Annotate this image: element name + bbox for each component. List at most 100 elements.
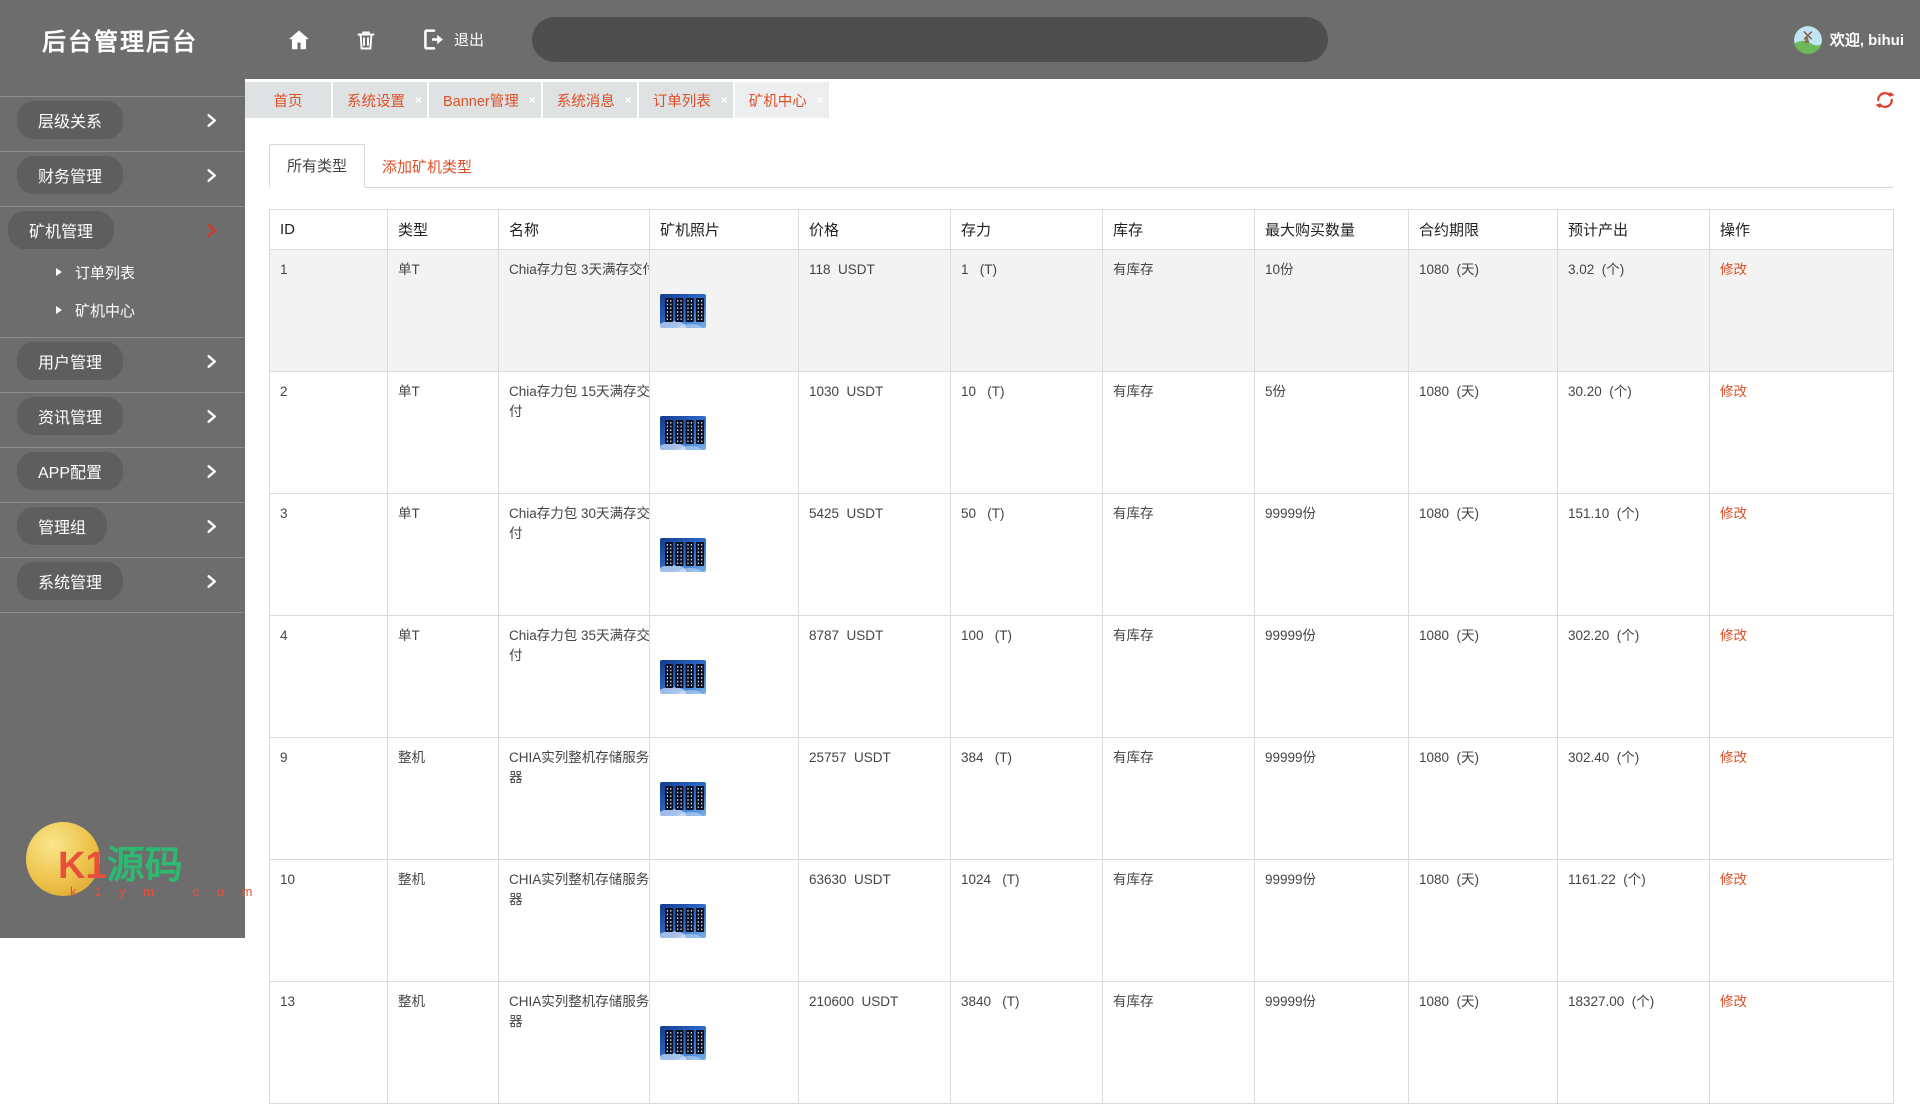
watermark-domain: k 1 y m . c o m bbox=[70, 884, 260, 899]
cell-name: Chia存力包 3天满存交付 bbox=[509, 262, 650, 277]
cell-power: 1024 (T) bbox=[961, 872, 1020, 887]
sidebar-item-label: 资讯管理 bbox=[38, 410, 103, 427]
tab-系统设置[interactable]: 系统设置 × bbox=[333, 82, 429, 118]
sidebar-item[interactable]: 资讯管理 bbox=[0, 393, 245, 448]
cell-type: 整机 bbox=[398, 750, 425, 765]
sidebar-item-label: 财务管理 bbox=[38, 169, 103, 186]
subtab-all-types[interactable]: 所有类型 bbox=[269, 144, 366, 188]
table-row: 10 整机 CHIA实列整机存储服务 器 63630 USDT 1024 (T)… bbox=[269, 859, 1894, 982]
edit-link[interactable]: 修改 bbox=[1720, 628, 1747, 643]
tab-系统消息[interactable]: 系统消息 × bbox=[542, 82, 639, 118]
chevron-right-icon bbox=[207, 465, 216, 478]
sidebar: 层级关系 财务管理 矿机管理 订单列表 矿机中心 用户管理 资讯管理 APP配置… bbox=[0, 79, 253, 938]
table-row: 3 单T Chia存力包 30天满存交 付 5425 USDT 50 (T) 有… bbox=[269, 493, 1894, 616]
cell-stock: 有库存 bbox=[1113, 872, 1154, 887]
logout-button[interactable]: 退出 bbox=[420, 27, 484, 52]
tab-close-icon[interactable]: × bbox=[529, 94, 536, 106]
tab-close-icon[interactable]: × bbox=[817, 94, 824, 106]
column-header: 价格 bbox=[798, 209, 951, 250]
column-header: 预计产出 bbox=[1557, 209, 1710, 250]
tab-label: 矿机中心 bbox=[748, 93, 807, 110]
miner-table: ID 类型 名称 矿机照片 价格 存力 库存 最大购买数量 合约期限 预计产出 操作 1 单T Ch… bbox=[269, 209, 1894, 1104]
table-row: 9 整机 CHIA实列整机存储服务 器 25757 USDT 384 (T) 有… bbox=[269, 737, 1894, 860]
edit-link[interactable]: 修改 bbox=[1720, 750, 1747, 765]
top-bar: 后台管理后台 退出 欢迎, bihui bbox=[0, 0, 1920, 79]
sidebar-item-label: 管理组 bbox=[38, 520, 87, 537]
tab-close-icon[interactable]: × bbox=[415, 94, 422, 106]
cell-stock: 有库存 bbox=[1113, 994, 1154, 1009]
column-header: 名称 bbox=[498, 209, 650, 250]
cell-id: 2 bbox=[280, 384, 288, 399]
sidebar-item[interactable]: APP配置 bbox=[0, 448, 245, 503]
tab-label: 首页 bbox=[273, 93, 303, 110]
search-input[interactable] bbox=[532, 17, 1329, 62]
cell-type: 单T bbox=[398, 262, 420, 277]
table-row: 1 单T Chia存力包 3天满存交付 118 USDT 1 (T) 有库存 1… bbox=[269, 249, 1894, 372]
cell-output: 302.20 (个) bbox=[1568, 628, 1640, 643]
cell-name: Chia存力包 15天满存交 付 bbox=[509, 384, 650, 419]
tab-Banner管理[interactable]: Banner管理 × bbox=[429, 82, 543, 118]
tab-label: 订单列表 bbox=[652, 93, 711, 110]
cell-price: 8787 USDT bbox=[809, 628, 884, 643]
cell-id: 13 bbox=[280, 994, 296, 1009]
tab-订单列表[interactable]: 订单列表 × bbox=[638, 82, 735, 118]
cell-max-buy: 99999份 bbox=[1265, 628, 1317, 643]
sidebar-item[interactable]: 层级关系 bbox=[0, 97, 245, 152]
miner-photo-image bbox=[660, 416, 706, 450]
sidebar-item[interactable]: 用户管理 bbox=[0, 338, 245, 393]
cell-name: Chia存力包 35天满存交 付 bbox=[509, 628, 650, 663]
cell-power: 100 (T) bbox=[961, 628, 1013, 643]
home-icon[interactable] bbox=[286, 27, 312, 53]
edit-link[interactable]: 修改 bbox=[1720, 262, 1747, 277]
cell-output: 18327.00 (个) bbox=[1568, 994, 1655, 1009]
column-header: ID bbox=[269, 209, 388, 250]
cell-output: 30.20 (个) bbox=[1568, 384, 1632, 399]
tab-矿机中心[interactable]: 矿机中心 × bbox=[734, 82, 831, 118]
miner-photo-image bbox=[660, 660, 706, 694]
edit-link[interactable]: 修改 bbox=[1720, 506, 1747, 521]
cell-output: 1161.22 (个) bbox=[1568, 872, 1646, 887]
caret-right-icon bbox=[56, 306, 62, 314]
cell-term: 1080 (天) bbox=[1419, 628, 1480, 643]
sidebar-item[interactable]: 财务管理 bbox=[0, 152, 245, 207]
sidebar-item-label: 系统管理 bbox=[38, 575, 103, 592]
edit-link[interactable]: 修改 bbox=[1720, 384, 1747, 399]
edit-link[interactable]: 修改 bbox=[1720, 994, 1747, 1009]
cell-stock: 有库存 bbox=[1113, 384, 1154, 399]
content: 所有类型 添加矿机类型 ID 类型 名称 矿机照片 价格 存力 库存 最大购买数量 合约期限 预计… bbox=[245, 118, 1920, 1104]
sidebar-item[interactable]: 矿机管理 订单列表 矿机中心 bbox=[0, 207, 245, 338]
subtab-row: 所有类型 添加矿机类型 bbox=[269, 144, 1893, 188]
tab-首页[interactable]: 首页 × bbox=[245, 82, 333, 118]
sidebar-item[interactable]: 管理组 bbox=[0, 503, 245, 558]
sidebar-subitem[interactable]: 订单列表 bbox=[0, 253, 245, 291]
cell-name: Chia存力包 30天满存交 付 bbox=[509, 506, 650, 541]
sidebar-item-label: 矿机管理 bbox=[29, 224, 94, 241]
cell-max-buy: 99999份 bbox=[1265, 994, 1317, 1009]
cell-output: 3.02 (个) bbox=[1568, 262, 1625, 277]
subtab-add-type[interactable]: 添加矿机类型 bbox=[365, 146, 489, 187]
tabs-container: 首页 × 系统设置 × Banner管理 × 系统消息 × 订单列表 × 矿机中… bbox=[245, 82, 1920, 118]
refresh-icon[interactable] bbox=[1874, 89, 1896, 111]
tab-close-icon[interactable]: × bbox=[721, 94, 728, 106]
edit-link[interactable]: 修改 bbox=[1720, 872, 1747, 887]
cell-max-buy: 99999份 bbox=[1265, 506, 1317, 521]
table-row: 2 单T Chia存力包 15天满存交 付 1030 USDT 10 (T) 有… bbox=[269, 371, 1894, 494]
cell-id: 4 bbox=[280, 628, 288, 643]
main-area: 首页 × 系统设置 × Banner管理 × 系统消息 × 订单列表 × 矿机中… bbox=[245, 79, 1920, 1104]
sidebar-subitem-label: 矿机中心 bbox=[75, 302, 136, 320]
trash-icon[interactable] bbox=[354, 28, 378, 52]
tab-label: 系统消息 bbox=[556, 93, 615, 110]
miner-photo-image bbox=[660, 1026, 706, 1060]
cell-term: 1080 (天) bbox=[1419, 384, 1480, 399]
app-title: 后台管理后台 bbox=[42, 29, 198, 56]
tab-label: 系统设置 bbox=[347, 93, 405, 110]
sidebar-item-label: 层级关系 bbox=[38, 114, 103, 131]
sidebar-subitem[interactable]: 矿机中心 bbox=[0, 291, 245, 329]
cell-type: 整机 bbox=[398, 994, 425, 1009]
sidebar-item[interactable]: 系统管理 bbox=[0, 558, 245, 613]
chevron-right-icon bbox=[207, 575, 216, 588]
cell-name: CHIA实列整机存储服务 器 bbox=[509, 750, 650, 785]
tab-close-icon[interactable]: × bbox=[625, 94, 632, 106]
chevron-right-icon bbox=[207, 224, 216, 237]
tab-bar: 首页 × 系统设置 × Banner管理 × 系统消息 × 订单列表 × 矿机中… bbox=[245, 82, 1920, 118]
